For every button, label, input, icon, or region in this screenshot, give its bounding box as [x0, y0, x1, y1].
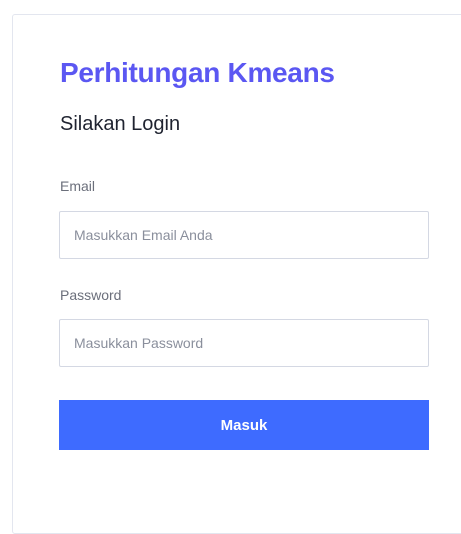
login-button[interactable]: Masuk [59, 400, 429, 450]
email-field[interactable] [59, 211, 429, 259]
password-field[interactable] [59, 319, 429, 367]
login-card: Perhitungan Kmeans Silakan Login Email P… [12, 14, 461, 534]
page-title: Perhitungan Kmeans [60, 57, 335, 88]
email-label: Email [60, 178, 96, 194]
login-subtitle: Silakan Login [60, 113, 181, 135]
password-label: Password [60, 287, 122, 303]
